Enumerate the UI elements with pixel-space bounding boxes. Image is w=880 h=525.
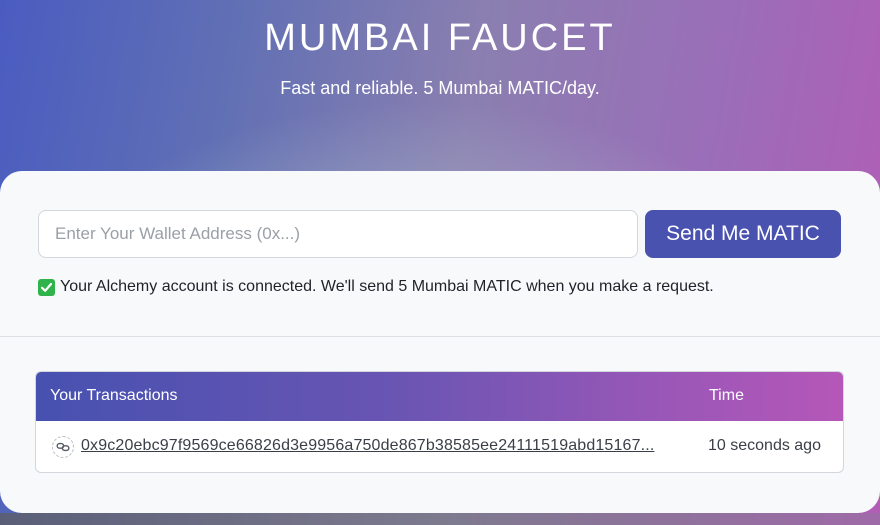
connection-status: Your Alchemy account is connected. We'll…	[38, 278, 714, 296]
column-header-transactions: Your Transactions	[50, 387, 178, 404]
connection-status-text: Your Alchemy account is connected. We'll…	[60, 278, 714, 295]
transactions-table-header: Your Transactions Time	[36, 372, 843, 421]
transaction-time: 10 seconds ago	[708, 437, 821, 454]
send-matic-button[interactable]: Send Me MATIC	[645, 210, 841, 258]
transactions-table: Your Transactions Time 0x9c20ebc97f9569c…	[35, 371, 844, 473]
page-subtitle: Fast and reliable. 5 Mumbai MATIC/day.	[280, 78, 600, 98]
page-background-bottom	[0, 513, 880, 525]
page-title: MUMBAI FAUCET	[264, 17, 616, 59]
faucet-card: Send Me MATIC Your Alchemy account is co…	[0, 171, 880, 513]
link-icon	[52, 436, 74, 458]
section-divider	[0, 336, 880, 337]
column-header-time: Time	[709, 387, 744, 404]
transaction-hash-link[interactable]: 0x9c20ebc97f9569ce66826d3e9956a750de867b…	[81, 437, 698, 455]
wallet-address-input[interactable]	[38, 210, 638, 258]
table-row: 0x9c20ebc97f9569ce66826d3e9956a750de867b…	[36, 421, 843, 472]
check-icon	[38, 278, 55, 296]
